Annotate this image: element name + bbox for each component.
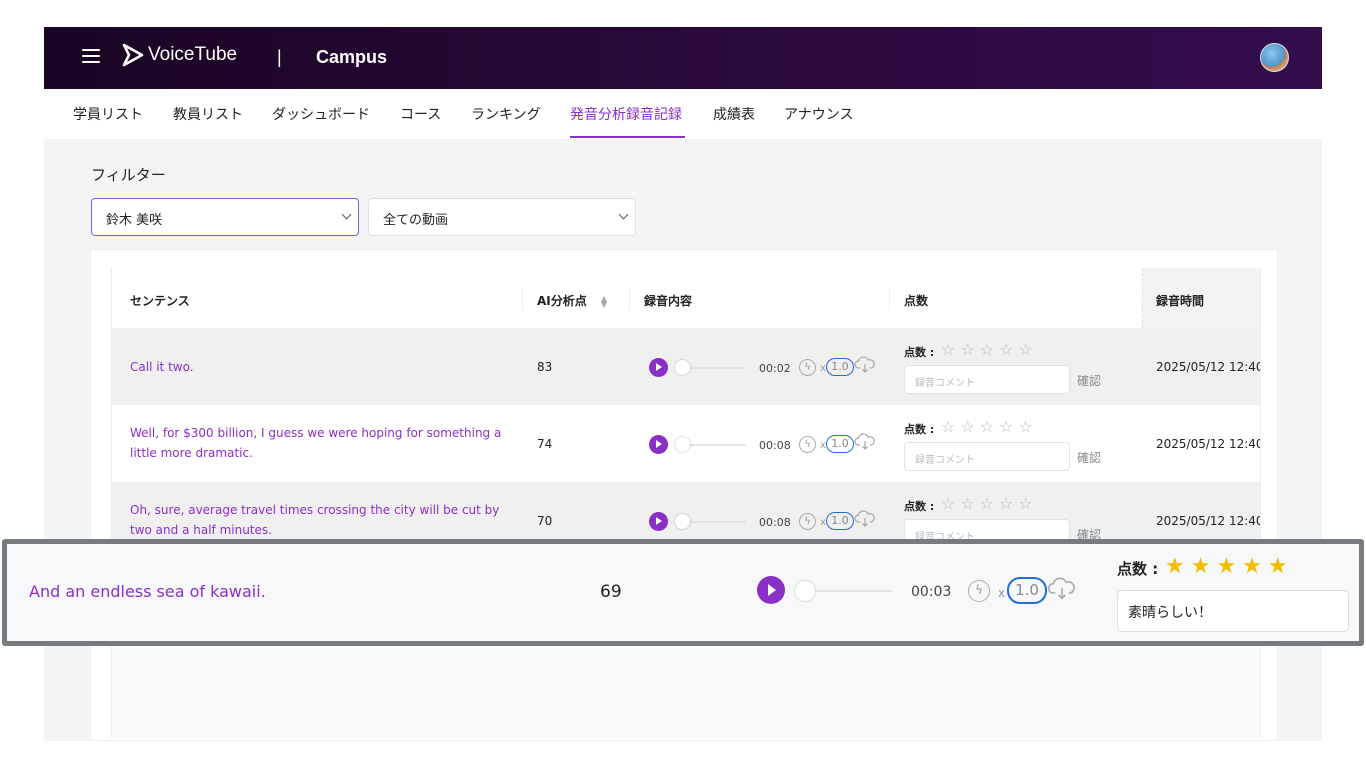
tab-pronunciation-records[interactable]: 発音分析録音記録 [570, 104, 682, 124]
duration: 00:08 [759, 516, 791, 529]
comment-input[interactable]: 録音コメント [904, 442, 1070, 471]
play-icon[interactable] [649, 435, 668, 454]
sentence-link[interactable]: And an endless sea of kawaii. [29, 582, 266, 601]
tab-grades[interactable]: 成績表 [713, 104, 755, 124]
active-tab-underline [570, 136, 685, 138]
header-divider [629, 288, 630, 310]
filter-title: フィルター [91, 166, 166, 184]
main-nav: 学員リスト 教員リスト ダッシュボード コース ランキング 発音分析録音記録 成… [44, 89, 1322, 139]
duration: 00:02 [759, 362, 791, 375]
progress-knob[interactable] [675, 360, 690, 375]
tab-ranking[interactable]: ランキング [471, 104, 541, 124]
progress-knob[interactable] [675, 437, 690, 452]
star-rating[interactable]: ☆☆☆☆☆ [941, 494, 1038, 513]
star-rating[interactable]: ☆☆☆☆☆ [941, 340, 1038, 359]
table-header: センテンス AI分析点 ▲ ▼ 録音内容 点数 録音時間 [112, 268, 1260, 328]
header-separator: | [277, 47, 282, 67]
header-title: Campus [316, 47, 388, 67]
header-recording: 録音内容 [644, 294, 693, 308]
ai-score: 69 [600, 582, 622, 602]
comment-input[interactable]: 素晴らしい！ [1117, 590, 1349, 632]
sentence-link[interactable]: Call it two. [130, 357, 510, 377]
voicetube-logo-icon [122, 43, 144, 67]
progress-knob[interactable] [675, 514, 690, 529]
tab-dashboard[interactable]: ダッシュボード [272, 104, 370, 124]
record-time: 2025/05/12 12:40: [1156, 514, 1261, 528]
tab-students[interactable]: 学員リスト [73, 104, 143, 124]
sentence-link[interactable]: Oh, sure, average travel times crossing … [130, 500, 510, 540]
tab-courses[interactable]: コース [400, 104, 441, 124]
ai-score: 83 [537, 360, 553, 374]
header-points: 点数 [904, 294, 929, 308]
lightning-icon[interactable]: ϟ [799, 436, 816, 453]
tab-announcements[interactable]: アナウンス [784, 104, 853, 124]
ai-score: 70 [537, 514, 553, 528]
progress-track[interactable] [804, 590, 892, 592]
hamburger-icon[interactable] [82, 49, 100, 63]
header-divider [889, 288, 890, 310]
star-rating[interactable]: ★★★★★ [1165, 554, 1294, 579]
highlighted-row: And an endless sea of kawaii. 69 00:03 ϟ… [2, 539, 1364, 646]
speed-badge[interactable]: 1.0 [826, 435, 854, 453]
comment-input[interactable]: 録音コメント [904, 365, 1070, 394]
duration: 00:03 [911, 584, 952, 600]
cloud-download-icon[interactable] [1047, 577, 1077, 601]
ai-score: 74 [537, 437, 553, 451]
tab-teachers[interactable]: 教員リスト [173, 104, 243, 124]
chevron-down-icon [341, 209, 352, 220]
speed-badge[interactable]: 1.0 [1007, 577, 1047, 604]
voicetube-logo[interactable]: VoiceTube [122, 43, 237, 67]
duration: 00:08 [759, 439, 791, 452]
sort-icon[interactable]: ▲ ▼ [601, 294, 607, 308]
x-mark: x [820, 440, 826, 451]
x-mark: x [820, 517, 826, 528]
sentence-link[interactable]: Well, for $300 billion, I guess we were … [130, 423, 510, 463]
header-rec-time: 録音時間 [1156, 294, 1205, 308]
lightning-icon[interactable]: ϟ [968, 580, 990, 602]
record-time: 2025/05/12 12:40: [1156, 360, 1261, 374]
records-table-card: センテンス AI分析点 ▲ ▼ 録音内容 点数 録音時間 Call it two.… [90, 249, 1278, 741]
logo-text: VoiceTube [148, 44, 238, 65]
points-label: 点数 : [1117, 560, 1159, 578]
video-select-value: 全ての動画 [383, 213, 449, 228]
user-avatar[interactable] [1260, 43, 1289, 72]
play-icon[interactable] [649, 512, 668, 531]
video-select[interactable]: 全ての動画 [368, 198, 636, 236]
records-table: センテンス AI分析点 ▲ ▼ 録音内容 点数 録音時間 Call it two.… [111, 268, 1261, 738]
header-ai-score-label: AI分析点 [537, 294, 587, 308]
header-sentence: センテンス [130, 294, 190, 308]
star-rating[interactable]: ☆☆☆☆☆ [941, 417, 1038, 436]
table-row: Well, for $300 billion, I guess we were … [112, 405, 1261, 482]
cloud-download-icon[interactable] [854, 433, 876, 451]
cloud-download-icon[interactable] [854, 510, 876, 528]
cloud-download-icon[interactable] [854, 356, 876, 374]
chevron-down-icon [618, 209, 629, 220]
lightning-icon[interactable]: ϟ [799, 513, 816, 530]
top-header: VoiceTube | Campus [44, 27, 1322, 89]
table-row: Call it two. 83 00:02 ϟ x 1.0 点数 : ☆☆☆☆☆… [112, 328, 1261, 405]
student-select-value: 鈴木 美咲 [106, 213, 163, 228]
student-select[interactable]: 鈴木 美咲 [91, 198, 359, 236]
header-divider [522, 288, 523, 310]
progress-knob[interactable] [795, 581, 815, 601]
confirm-button[interactable]: 確認 [1077, 449, 1101, 466]
header-ai-score[interactable]: AI分析点 ▲ ▼ [537, 292, 607, 309]
play-icon[interactable] [757, 576, 785, 604]
lightning-icon[interactable]: ϟ [799, 359, 816, 376]
points-label: 点数 : [904, 500, 935, 513]
x-mark: x [998, 586, 1006, 600]
speed-badge[interactable]: 1.0 [826, 512, 854, 530]
speed-badge[interactable]: 1.0 [826, 358, 854, 376]
x-mark: x [820, 363, 826, 374]
points-label: 点数 : [904, 346, 935, 359]
points-label: 点数 : [904, 423, 935, 436]
confirm-button[interactable]: 確認 [1077, 372, 1101, 389]
play-icon[interactable] [649, 358, 668, 377]
record-time: 2025/05/12 12:40: [1156, 437, 1261, 451]
